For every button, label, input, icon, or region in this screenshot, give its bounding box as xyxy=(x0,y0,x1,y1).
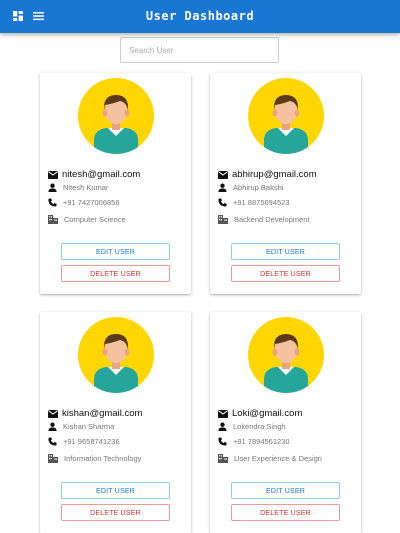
domain-icon xyxy=(218,454,228,463)
user-name: Lokendra Singh xyxy=(233,422,286,431)
user-phone: +91 7894561230 xyxy=(233,437,290,446)
avatar xyxy=(78,317,154,393)
edit-user-button[interactable]: EDIT USER xyxy=(61,482,170,499)
user-phone: +91 8875694523 xyxy=(233,198,290,207)
user-email: kishan@gmail.com xyxy=(62,408,143,419)
delete-user-button[interactable]: DELETE USER xyxy=(61,265,170,282)
avatar xyxy=(248,317,324,393)
domain-icon xyxy=(218,215,228,224)
page-title: User Dashboard xyxy=(145,9,255,23)
delete-user-button[interactable]: DELETE USER xyxy=(231,504,340,521)
person-icon xyxy=(48,183,57,192)
user-department: Computer Science xyxy=(64,215,126,224)
user-card: kishan@gmail.com Kishan Sharma +91 96587… xyxy=(40,312,191,533)
user-card: nitesh@gmail.com Nitesh Kumar +91 742700… xyxy=(40,73,191,294)
domain-icon xyxy=(48,215,58,224)
search-input[interactable] xyxy=(120,37,279,63)
user-email: Loki@gmail.com xyxy=(232,408,303,419)
user-department: Information Technology xyxy=(64,454,142,463)
edit-user-button[interactable]: EDIT USER xyxy=(231,482,340,499)
person-icon xyxy=(48,422,57,431)
avatar xyxy=(78,78,154,154)
user-name: Abhirup Bakshi xyxy=(233,183,284,192)
user-department: Backend Development xyxy=(234,215,310,224)
user-email: nitesh@gmail.com xyxy=(62,169,141,180)
person-icon xyxy=(218,422,227,431)
user-email: abhirup@gmail.com xyxy=(232,169,317,180)
person-icon xyxy=(218,183,227,192)
domain-icon xyxy=(48,454,58,463)
delete-user-button[interactable]: DELETE USER xyxy=(61,504,170,521)
user-department: User Experience & Design xyxy=(234,454,322,463)
phone-icon xyxy=(48,437,57,446)
user-phone: +91 7427006856 xyxy=(63,198,120,207)
user-card: Loki@gmail.com Lokendra Singh +91 789456… xyxy=(210,312,361,533)
user-phone: +91 9658741236 xyxy=(63,437,120,446)
delete-user-button[interactable]: DELETE USER xyxy=(231,265,340,282)
user-card: abhirup@gmail.com Abhirup Bakshi +91 887… xyxy=(210,73,361,294)
avatar xyxy=(248,78,324,154)
phone-icon xyxy=(218,198,227,207)
phone-icon xyxy=(48,198,57,207)
email-icon xyxy=(218,170,228,179)
email-icon xyxy=(218,409,228,418)
email-icon xyxy=(48,409,58,418)
phone-icon xyxy=(218,437,227,446)
user-name: Kishan Sharma xyxy=(63,422,115,431)
app-bar: User Dashboard xyxy=(0,0,400,33)
edit-user-button[interactable]: EDIT USER xyxy=(61,243,170,260)
email-icon xyxy=(48,170,58,179)
user-name: Nitesh Kumar xyxy=(63,183,109,192)
edit-user-button[interactable]: EDIT USER xyxy=(231,243,340,260)
